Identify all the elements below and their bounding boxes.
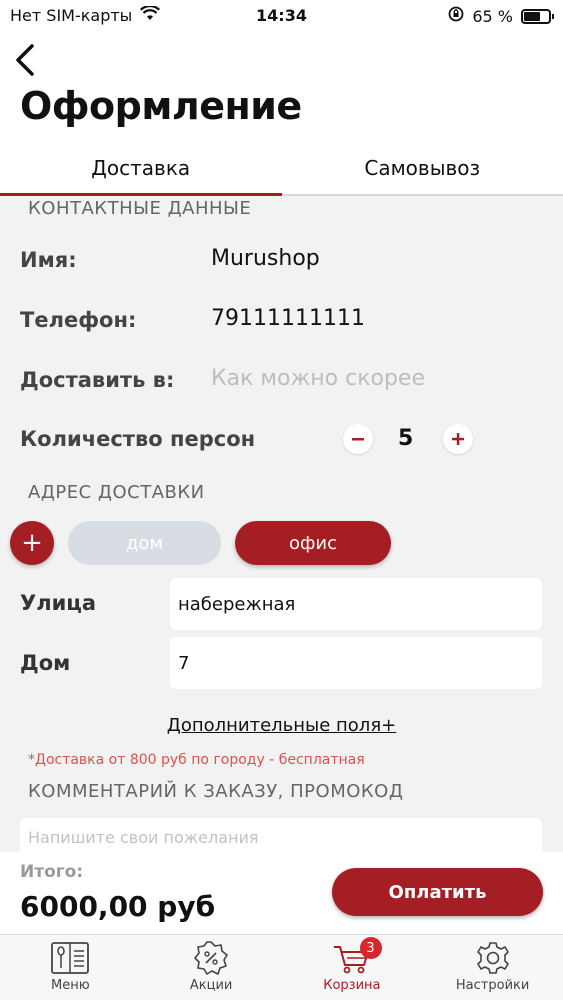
delivery-note: *Доставка от 800 руб по городу - бесплат… bbox=[28, 752, 365, 768]
battery-percent: 65 % bbox=[472, 6, 513, 26]
minus-icon bbox=[352, 438, 364, 441]
header: Оформление bbox=[0, 32, 563, 150]
add-address-button[interactable]: + bbox=[10, 521, 54, 565]
comment-section-title: КОММЕНТАРИЙ К ЗАКАЗУ, ПРОМОКОД bbox=[28, 781, 404, 802]
contact-section-title: КОНТАКТНЫЕ ДАННЫЕ bbox=[28, 198, 252, 219]
tabbar-item-menu[interactable]: Меню bbox=[0, 935, 141, 1000]
cart-badge: 3 bbox=[359, 937, 382, 959]
tabbar-label-settings: Настройки bbox=[455, 978, 530, 993]
battery-icon bbox=[521, 8, 554, 24]
tabbar-label-promotions: Акции bbox=[189, 978, 233, 993]
deliver-time-label: Доставить в: bbox=[20, 368, 175, 392]
back-button[interactable] bbox=[14, 40, 44, 80]
extra-fields-link[interactable]: Дополнительные поля+ bbox=[0, 715, 563, 736]
decrease-persons-button[interactable] bbox=[343, 424, 373, 454]
tabbar-item-cart[interactable]: 3 Корзина bbox=[282, 935, 423, 1000]
tab-pickup[interactable]: Самовывоз bbox=[282, 150, 563, 194]
phone-label: Телефон: bbox=[20, 308, 137, 332]
persons-label: Количество персон bbox=[20, 427, 256, 451]
persons-count: 5 bbox=[398, 426, 414, 451]
address-option-office[interactable]: офис bbox=[235, 521, 391, 565]
increase-persons-button[interactable] bbox=[443, 424, 473, 454]
deliver-time-field[interactable]: Как можно скорее bbox=[211, 366, 425, 391]
delivery-tabs: Доставка Самовывоз bbox=[0, 150, 563, 196]
tabbar-item-promotions[interactable]: Акции bbox=[141, 935, 282, 1000]
address-option-home[interactable]: дом bbox=[68, 521, 221, 565]
settings-gear-icon bbox=[476, 942, 509, 974]
status-bar: Нет SIM-карты 14:34 65 % bbox=[0, 0, 563, 32]
rotation-lock-icon bbox=[448, 6, 464, 26]
tabbar-item-settings[interactable]: Настройки bbox=[422, 935, 563, 1000]
address-section-title: АДРЕС ДОСТАВКИ bbox=[28, 482, 205, 503]
phone-field[interactable]: 79111111111 bbox=[211, 306, 365, 331]
tabbar-label-menu: Меню bbox=[51, 978, 90, 993]
battery-fill bbox=[524, 11, 540, 21]
tabbar-label-cart: Корзина bbox=[323, 978, 381, 993]
house-label: Дом bbox=[20, 651, 71, 675]
street-label: Улица bbox=[20, 591, 97, 615]
page-title: Оформление bbox=[20, 84, 302, 128]
menu-book-icon bbox=[51, 942, 90, 974]
plus-icon bbox=[452, 433, 464, 445]
house-input[interactable]: 7 bbox=[170, 637, 542, 689]
bottom-tab-bar: Меню Акции 3 Корзина Настройки bbox=[0, 934, 563, 1000]
name-label: Имя: bbox=[20, 248, 77, 272]
pay-button[interactable]: Оплатить bbox=[332, 868, 543, 916]
tab-delivery[interactable]: Доставка bbox=[0, 150, 282, 196]
status-right: 65 % bbox=[448, 6, 554, 26]
discount-gear-icon bbox=[194, 941, 228, 975]
chevron-left-icon bbox=[16, 44, 34, 76]
total-value: 6000,00 руб bbox=[20, 890, 216, 923]
street-input[interactable]: набережная bbox=[170, 578, 542, 630]
total-label: Итого: bbox=[20, 862, 84, 882]
order-footer: Итого: 6000,00 руб Оплатить bbox=[0, 852, 563, 934]
name-field[interactable]: Murushop bbox=[211, 246, 320, 271]
